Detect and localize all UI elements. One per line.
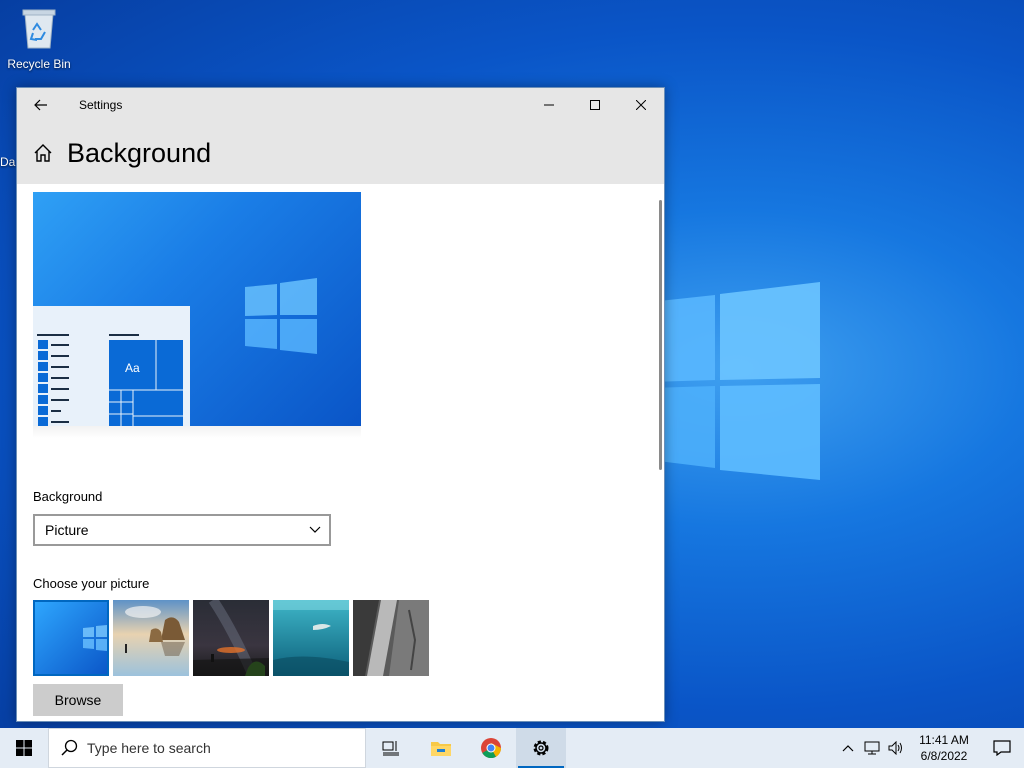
search-icon — [61, 739, 78, 756]
show-hidden-icons-button[interactable] — [836, 728, 860, 768]
settings-app-button[interactable] — [516, 728, 566, 768]
window-title: Settings — [79, 98, 123, 112]
rock-cliff-wallpaper-thumbnail[interactable] — [353, 600, 429, 676]
picture-thumbnails — [33, 600, 429, 676]
desktop-icon-label: Recycle Bin — [7, 57, 71, 71]
task-view-button[interactable] — [366, 728, 416, 768]
volume-icon — [888, 741, 902, 755]
minimize-icon — [544, 104, 554, 106]
system-tray: 11:41 AM 6/8/2022 — [836, 728, 1024, 768]
file-explorer-button[interactable] — [416, 728, 466, 768]
title-bar[interactable]: Settings — [17, 88, 664, 122]
chrome-button[interactable] — [466, 728, 516, 768]
windows-default-wallpaper-thumbnail[interactable] — [33, 600, 109, 676]
background-label: Background — [33, 489, 103, 504]
settings-window: Settings Background Aa Background Pictur… — [16, 87, 665, 722]
preview-shadow — [33, 426, 361, 438]
chevron-up-icon — [842, 745, 854, 752]
back-button[interactable] — [17, 88, 65, 122]
underwater-wallpaper-thumbnail[interactable] — [273, 600, 349, 676]
windows-start-icon — [16, 740, 32, 756]
home-icon[interactable] — [33, 143, 53, 163]
choose-picture-label: Choose your picture — [33, 576, 150, 591]
preview-tile-label: Aa — [125, 361, 140, 375]
preview-start-menu: Aa — [33, 306, 190, 426]
file-explorer-icon — [431, 742, 451, 756]
chevron-down-icon — [309, 526, 321, 533]
action-center-button[interactable] — [980, 728, 1024, 768]
settings-gear-icon — [533, 740, 549, 756]
volume-button[interactable] — [884, 728, 908, 768]
desktop-icon-partial-label[interactable]: Da — [0, 155, 15, 169]
minimize-button[interactable] — [526, 88, 572, 122]
preview-start-list — [37, 334, 183, 426]
close-button[interactable] — [618, 88, 664, 122]
recycle-bin-icon — [22, 9, 56, 49]
maximize-icon — [590, 100, 600, 110]
close-icon — [636, 100, 646, 110]
taskbar: Type here to search 11:41 AM 6/8/2022 — [0, 728, 1024, 768]
beach-rock-wallpaper-thumbnail[interactable] — [113, 600, 189, 676]
background-type-dropdown[interactable]: Picture — [33, 514, 331, 546]
taskbar-clock[interactable]: 11:41 AM 6/8/2022 — [914, 732, 974, 764]
start-button[interactable] — [0, 728, 48, 768]
search-placeholder: Type here to search — [87, 740, 211, 756]
back-arrow-icon — [34, 99, 47, 111]
task-view-icon — [382, 741, 399, 756]
page-header: Background — [17, 122, 664, 184]
desktop-windows-logo — [650, 282, 820, 480]
network-icon — [864, 741, 880, 755]
network-button[interactable] — [860, 728, 884, 768]
clock-date: 6/8/2022 — [920, 749, 968, 763]
background-preview: Aa — [33, 192, 361, 426]
taskbar-search-box[interactable]: Type here to search — [48, 728, 366, 768]
night-sky-wallpaper-thumbnail[interactable] — [193, 600, 269, 676]
settings-content: Aa Background Picture Choose your pictur… — [33, 192, 664, 721]
desktop-icon-recycle-bin[interactable]: Recycle Bin — [6, 6, 72, 71]
chrome-icon — [481, 738, 502, 759]
browse-button[interactable]: Browse — [33, 684, 123, 716]
notification-icon — [993, 740, 1011, 756]
page-title: Background — [67, 137, 212, 168]
clock-time: 11:41 AM — [919, 733, 969, 747]
maximize-button[interactable] — [572, 88, 618, 122]
background-type-value: Picture — [45, 522, 89, 538]
